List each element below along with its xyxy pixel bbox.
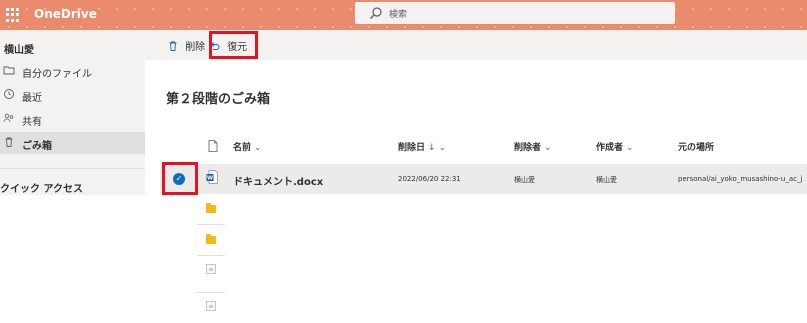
- chevron-down-icon: ⌄: [438, 143, 447, 153]
- sort-arrow-icon: ↓: [428, 143, 436, 153]
- sidebar-item-my-files[interactable]: 自分のファイル: [0, 60, 145, 82]
- column-header-label: 作成者: [596, 143, 624, 153]
- column-header-label: 元の場所: [678, 143, 715, 153]
- deleted-date-cell: 2022/06/20 22:31: [398, 175, 461, 183]
- trash-icon: [169, 41, 177, 51]
- file-icon[interactable]: [206, 301, 216, 311]
- column-header-label: 名前: [233, 143, 252, 153]
- column-header-original-location[interactable]: 元の場所: [678, 140, 714, 153]
- row-divider: [197, 292, 225, 293]
- row-divider: [197, 255, 225, 256]
- created-by-cell: 横山愛: [596, 176, 617, 184]
- search-box[interactable]: 検索: [355, 2, 675, 24]
- sidebar-blank-panel: [0, 195, 145, 323]
- sidebar-item-label: 共有: [22, 117, 42, 128]
- quick-access-heading: クイック アクセス: [0, 184, 83, 195]
- chevron-down-icon: ⌄: [544, 143, 552, 153]
- chevron-down-icon: ⌄: [626, 143, 634, 153]
- sidebar: 横山愛 自分のファイル 最近 共有 ごみ箱 クイック アクセス: [0, 30, 145, 323]
- column-header-name[interactable]: 名前 ⌄: [233, 140, 262, 153]
- page-title: 第２段階のごみ箱: [166, 92, 271, 107]
- column-header-deleted-by[interactable]: 削除者 ⌄: [514, 140, 552, 153]
- file-name[interactable]: ドキュメント.docx: [233, 173, 323, 188]
- original-location-cell: personal/ai_yoko_musashino-u_ac_j: [678, 175, 803, 183]
- sidebar-item-label: 自分のファイル: [22, 69, 92, 80]
- file-icon[interactable]: [206, 264, 216, 274]
- column-header-created-by[interactable]: 作成者 ⌄: [596, 140, 634, 153]
- sidebar-divider: [0, 168, 145, 169]
- sidebar-item-shared[interactable]: 共有: [0, 108, 145, 130]
- svg-text:W: W: [207, 176, 213, 182]
- row-divider: [197, 224, 225, 225]
- suite-bar: OneDrive 検索: [0, 0, 807, 30]
- word-document-icon: W: [206, 170, 218, 184]
- sidebar-item-recent[interactable]: 最近: [0, 84, 145, 106]
- user-name: 横山愛: [4, 45, 34, 56]
- delete-label: 削除: [185, 42, 206, 53]
- column-header-deleted-date[interactable]: 削除日 ↓ ⌄: [398, 140, 446, 153]
- search-input[interactable]: 検索: [389, 7, 407, 20]
- sidebar-item-label: ごみ箱: [22, 141, 52, 152]
- deleted-by-cell: 横山愛: [514, 176, 535, 184]
- sidebar-item-recycle-bin[interactable]: ごみ箱: [0, 132, 145, 154]
- folder-icon[interactable]: [206, 203, 216, 213]
- delete-button[interactable]: 削除: [167, 38, 206, 53]
- file-type-icon: [208, 140, 218, 152]
- people-icon: [3, 112, 15, 124]
- clock-icon: [3, 88, 15, 100]
- trash-icon: [3, 136, 15, 148]
- restore-highlight-box: [209, 31, 258, 59]
- column-header-label: 削除日: [398, 143, 426, 153]
- folder-icon[interactable]: [206, 234, 216, 244]
- app-title[interactable]: OneDrive: [34, 7, 97, 21]
- app-launcher-icon[interactable]: [6, 8, 20, 22]
- column-header-label: 削除者: [514, 143, 542, 153]
- selection-highlight-box: [162, 162, 198, 195]
- folder-icon: [3, 64, 15, 76]
- chevron-down-icon: ⌄: [254, 143, 262, 153]
- search-icon: [370, 7, 382, 19]
- sidebar-item-label: 最近: [22, 93, 42, 104]
